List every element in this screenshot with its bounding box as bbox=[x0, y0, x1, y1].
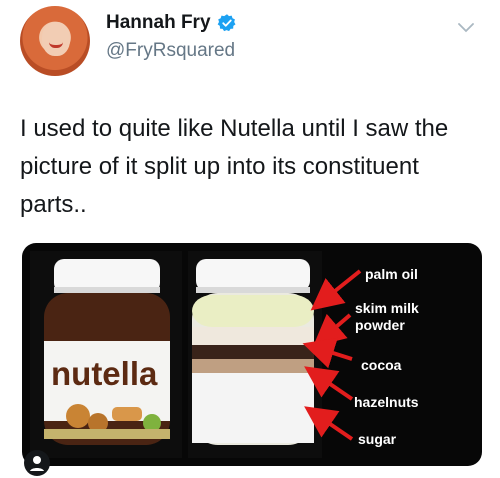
avatar-face bbox=[42, 22, 70, 56]
name-row: Hannah Fry bbox=[106, 12, 237, 34]
label-skim-milk-powder: skim milk powder bbox=[355, 300, 419, 333]
display-name[interactable]: Hannah Fry bbox=[106, 12, 211, 34]
label-cocoa: cocoa bbox=[361, 357, 402, 373]
verified-badge-icon bbox=[217, 14, 236, 32]
label-palm-oil: palm oil bbox=[365, 266, 418, 282]
user-icon[interactable] bbox=[24, 450, 50, 476]
label-sugar: sugar bbox=[358, 431, 397, 447]
handle[interactable]: @FryRsquared bbox=[106, 40, 235, 62]
tweet-header: Hannah Fry @FryRsquared bbox=[0, 0, 500, 80]
person-icon bbox=[30, 456, 44, 471]
label-hazelnuts: hazelnuts bbox=[354, 394, 419, 410]
chevron-down-icon[interactable] bbox=[458, 22, 474, 34]
media-image[interactable]: nutella palm oil skim milk powder cocoa … bbox=[22, 243, 482, 466]
tweet-text: I used to quite like Nutella until I saw… bbox=[20, 115, 449, 218]
avatar[interactable] bbox=[20, 6, 90, 76]
